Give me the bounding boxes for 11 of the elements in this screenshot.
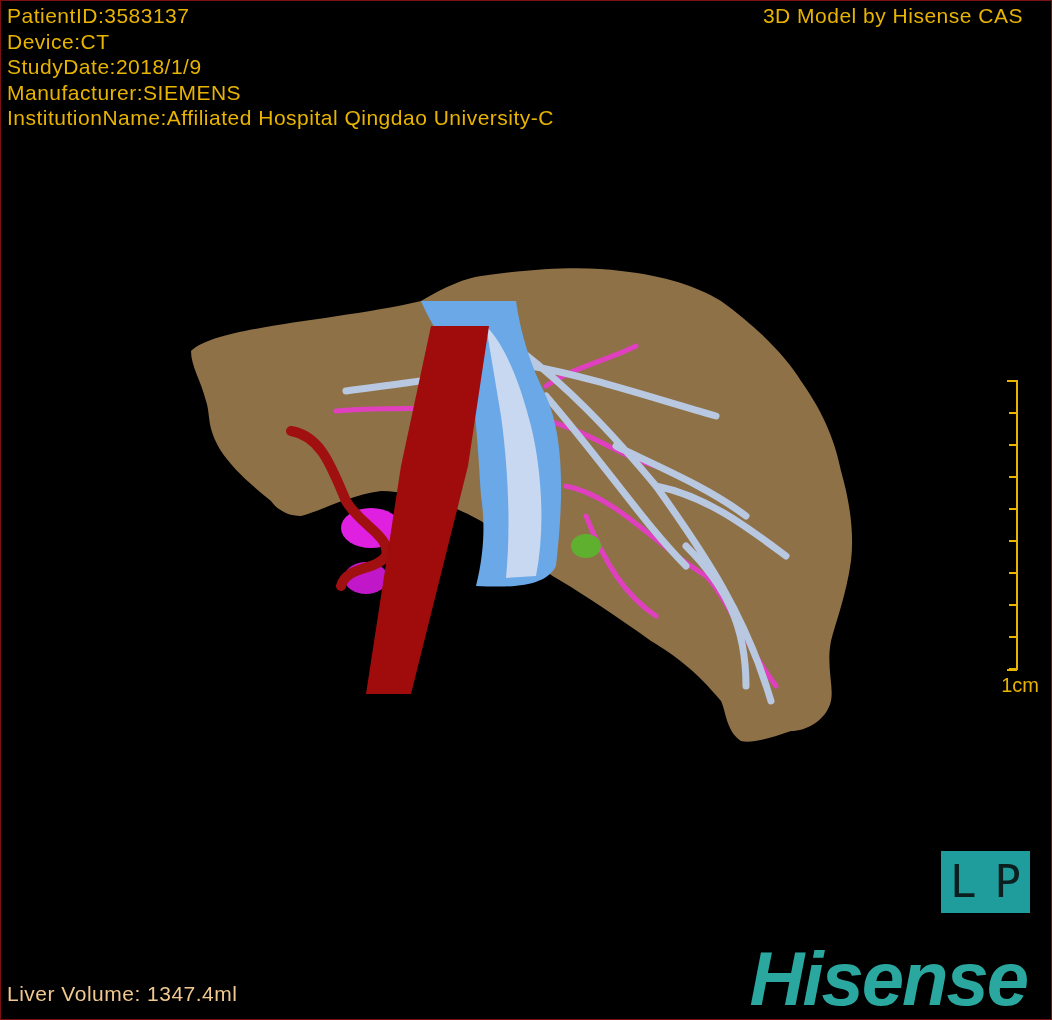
patient-info-text: Manufacturer:SIEMENS (7, 79, 243, 105)
scale-label: 1cm (1001, 672, 1039, 697)
liver-volume-text: Liver Volume: 1347.4ml (7, 981, 238, 1007)
patient-info-text: StudyDate:2018/1/9 (7, 54, 203, 80)
orientation-letter: L (950, 857, 977, 907)
brand-logo: Hisense (749, 943, 1027, 1015)
patient-info-text: PatientID:3583137 (7, 3, 191, 29)
patient-info-text: Device:CT (7, 28, 111, 54)
model-credit: 3D Model by Hisense CAS (762, 3, 1023, 29)
patient-info-text: InstitutionName:Affiliated Hospital Qingdao University-C (7, 105, 554, 131)
orientation-letter: P (994, 857, 1021, 907)
